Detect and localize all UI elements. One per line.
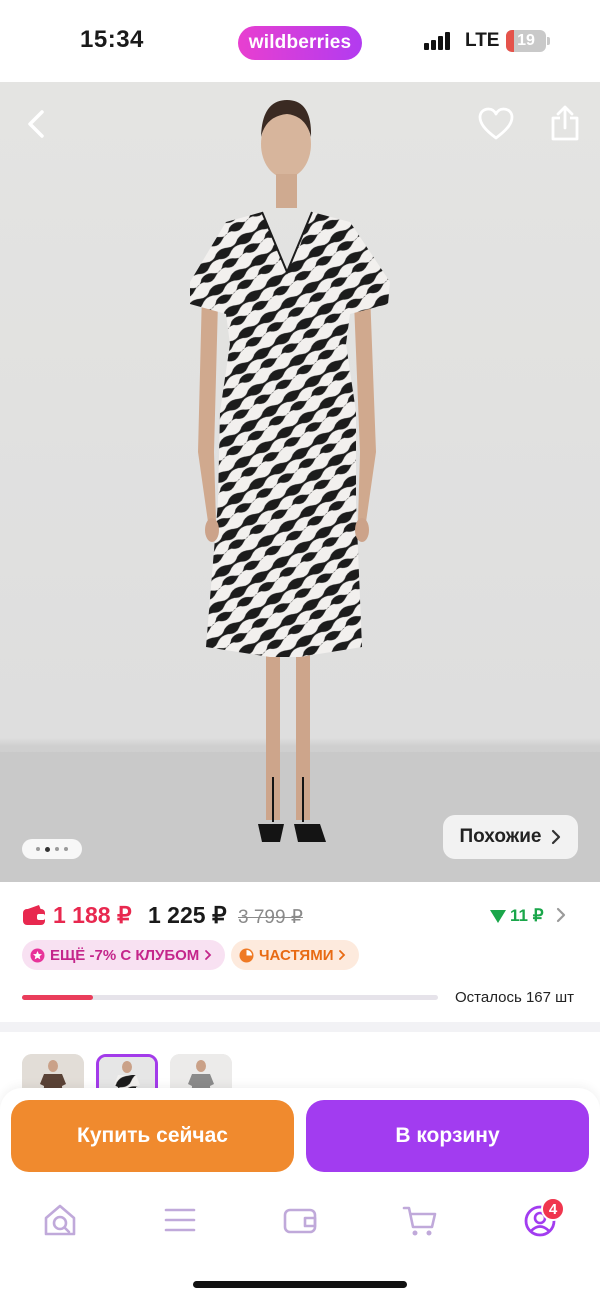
signal-icon [424,32,454,50]
stock-progress-fill [22,995,93,1000]
cart-icon[interactable] [398,1200,442,1240]
chevron-right-icon [339,950,346,960]
club-discount-chip[interactable]: ЕЩЁ -7% С КЛУБОМ [22,940,225,970]
section-divider [0,1022,600,1032]
stock-progress-bar [22,995,438,1000]
price-card: 1 188 ₽ 1 225 ₽ 3 799 ₽ 11 ₽ ЕЩЁ -7% С К… [0,882,600,1022]
chevron-right-icon [552,829,561,845]
stock-remaining: Осталось 167 шт [455,989,575,1006]
installments-label: ЧАСТЯМИ [259,946,334,964]
old-price: 3 799 ₽ [238,907,303,928]
product-photo[interactable]: Похожие [0,82,600,882]
catalog-icon[interactable] [158,1200,202,1240]
similar-label: Похожие [459,826,542,847]
price-drop-value: 11 ₽ [510,906,544,925]
chevron-right-icon [205,950,212,960]
status-time: 15:34 [80,26,144,53]
model-illustration [0,100,600,882]
wallet-price: 1 188 ₽ [53,902,132,928]
home-icon[interactable] [38,1200,82,1240]
pie-chart-icon [239,948,254,962]
pagination-dot [36,847,40,851]
club-discount-label: ЕЩЁ -7% С КЛУБОМ [50,946,200,964]
photo-pagination [22,839,82,859]
battery-cap [547,37,550,45]
current-price: 1 225 ₽ [148,902,227,928]
back-arrow-icon[interactable] [20,108,52,140]
wallet-icon[interactable] [278,1200,322,1240]
heart-icon[interactable] [478,107,514,141]
pagination-dot [55,847,59,851]
brand-logo: wildberries [238,26,362,60]
network-type: LTE [465,30,500,51]
star-badge-icon [30,948,45,962]
pagination-dot [64,847,68,851]
chevron-right-icon[interactable] [555,906,567,924]
down-triangle-icon [490,909,506,923]
price-drop[interactable]: 11 ₽ [490,906,544,926]
status-bar: 15:34 wildberries LTE 19 [0,0,600,82]
similar-button[interactable]: Похожие [443,815,578,859]
bottom-navigation: 4 [0,1184,600,1300]
share-icon[interactable] [549,104,581,142]
buy-now-button[interactable]: Купить сейчас [11,1100,294,1172]
wallet-icon [23,905,45,925]
profile-notification-badge: 4 [541,1197,565,1221]
pagination-dot [45,846,50,852]
home-indicator[interactable] [193,1281,407,1288]
battery-icon: 19 [506,30,546,52]
purchase-action-bar: Купить сейчас В корзину [0,1088,600,1184]
add-to-cart-button[interactable]: В корзину [306,1100,589,1172]
installments-chip[interactable]: ЧАСТЯМИ [231,940,359,970]
battery-level: 19 [517,32,535,49]
